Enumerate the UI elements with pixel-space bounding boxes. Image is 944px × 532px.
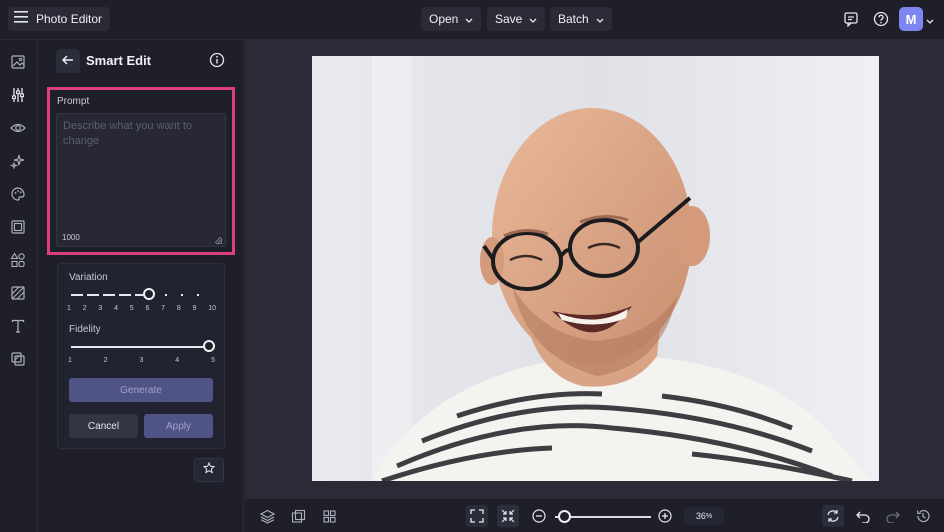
tool-rail xyxy=(0,40,38,532)
variation-slider-thumb[interactable] xyxy=(142,288,155,300)
layers-icon[interactable] xyxy=(256,505,278,527)
feedback-icon[interactable] xyxy=(840,8,862,30)
variation-slider[interactable] xyxy=(71,294,211,296)
overlay-icon[interactable] xyxy=(8,349,28,369)
help-icon[interactable] xyxy=(870,8,892,30)
shapes-icon[interactable] xyxy=(8,250,28,270)
prompt-section: Prompt 1000 xyxy=(47,87,235,255)
text-icon[interactable] xyxy=(8,316,28,336)
slider-tick-label: 3 xyxy=(98,305,103,312)
redo-icon[interactable] xyxy=(882,505,904,527)
save-menu-button[interactable]: Save xyxy=(487,7,546,31)
smart-edit-panel: Smart Edit Prompt 1000 Variation 1 2 3 4 5 6 7… xyxy=(38,40,244,532)
open-menu-button[interactable]: Open xyxy=(421,7,482,31)
chevron-down-icon[interactable] xyxy=(926,11,934,29)
apply-button[interactable]: Apply xyxy=(144,414,213,438)
actual-size-icon[interactable] xyxy=(497,505,519,527)
star-icon xyxy=(202,461,216,479)
avatar[interactable]: M xyxy=(899,7,923,31)
slider-tick-label: 1 xyxy=(68,357,72,364)
hamburger-icon xyxy=(14,10,28,28)
open-menu-label: Open xyxy=(429,12,459,26)
sparkles-icon[interactable] xyxy=(8,151,28,171)
edit-controls: Variation 1 2 3 4 5 6 7 8 9 10 Fidelity 1 2 3 4 5 Gen… xyxy=(57,263,225,449)
save-menu-label: Save xyxy=(495,12,523,26)
back-button[interactable] xyxy=(56,49,80,73)
fidelity-ticks: 1 2 3 4 5 xyxy=(68,357,215,364)
canvas-area xyxy=(245,40,944,498)
slider-tick-label: 6 xyxy=(145,305,150,312)
chevron-down-icon xyxy=(529,12,537,26)
chevron-down-icon xyxy=(465,12,473,26)
slider-tick-label: 4 xyxy=(114,305,118,312)
slider-tick-label: 2 xyxy=(82,305,87,312)
refresh-icon[interactable] xyxy=(822,505,844,527)
zoom-percent[interactable]: 36% xyxy=(684,507,724,525)
batch-menu-button[interactable]: Batch xyxy=(550,7,612,31)
fit-screen-icon[interactable] xyxy=(466,505,488,527)
slider-tick-label: 7 xyxy=(161,305,166,312)
zoom-in-icon[interactable] xyxy=(654,505,676,527)
batch-menu-label: Batch xyxy=(558,12,589,26)
favorite-button[interactable] xyxy=(194,458,224,482)
texture-icon[interactable] xyxy=(8,283,28,303)
slider-tick-label: 9 xyxy=(192,305,197,312)
arrow-left-icon xyxy=(61,52,74,70)
slider-fill xyxy=(71,294,149,296)
prompt-label: Prompt xyxy=(57,96,90,107)
slider-tick-label: 4 xyxy=(175,357,180,364)
chevron-down-icon xyxy=(596,12,604,26)
variation-label: Variation xyxy=(69,272,108,283)
slider-tick-label: 3 xyxy=(139,357,144,364)
slider-tick-label: 5 xyxy=(129,305,134,312)
portrait-photo[interactable] xyxy=(312,56,879,481)
cancel-button[interactable]: Cancel xyxy=(69,414,138,438)
top-bar: Photo Editor Open Save Batch M xyxy=(0,0,944,40)
variation-ticks: 1 2 3 4 5 6 7 8 9 10 xyxy=(67,305,216,312)
app-title: Photo Editor xyxy=(36,12,103,26)
palette-icon[interactable] xyxy=(8,184,28,204)
grid-icon[interactable] xyxy=(318,505,340,527)
prompt-textarea[interactable] xyxy=(56,113,226,247)
slider-rest xyxy=(148,294,211,296)
frame-icon[interactable] xyxy=(8,217,28,237)
compare-icon[interactable] xyxy=(287,505,309,527)
char-count: 1000 xyxy=(62,233,80,242)
eye-icon[interactable] xyxy=(8,118,28,138)
slider-tick-label: 5 xyxy=(211,357,215,364)
slider-tick-label: 10 xyxy=(208,305,216,312)
zoom-value: 36 xyxy=(695,511,706,521)
resize-handle[interactable] xyxy=(215,237,222,244)
fidelity-label: Fidelity xyxy=(69,324,101,335)
generate-button[interactable]: Generate xyxy=(69,378,213,402)
app-menu-button[interactable]: Photo Editor xyxy=(8,7,111,31)
slider-tick-label: 1 xyxy=(67,305,71,312)
slider-tick-label: 2 xyxy=(103,357,108,364)
bottom-toolbar: 36% xyxy=(244,498,944,532)
image-icon[interactable] xyxy=(8,52,28,72)
sliders-icon[interactable] xyxy=(8,85,28,105)
zoom-slider-thumb[interactable] xyxy=(558,510,571,523)
info-icon[interactable] xyxy=(209,52,225,73)
fidelity-slider-thumb[interactable] xyxy=(203,340,215,352)
fidelity-slider[interactable] xyxy=(71,346,209,348)
panel-title: Smart Edit xyxy=(86,53,152,68)
slider-fill xyxy=(71,346,209,348)
undo-icon[interactable] xyxy=(852,505,874,527)
zoom-unit: % xyxy=(705,512,713,520)
zoom-out-icon[interactable] xyxy=(528,505,550,527)
history-icon[interactable] xyxy=(912,505,934,527)
slider-tick-label: 8 xyxy=(176,305,181,312)
